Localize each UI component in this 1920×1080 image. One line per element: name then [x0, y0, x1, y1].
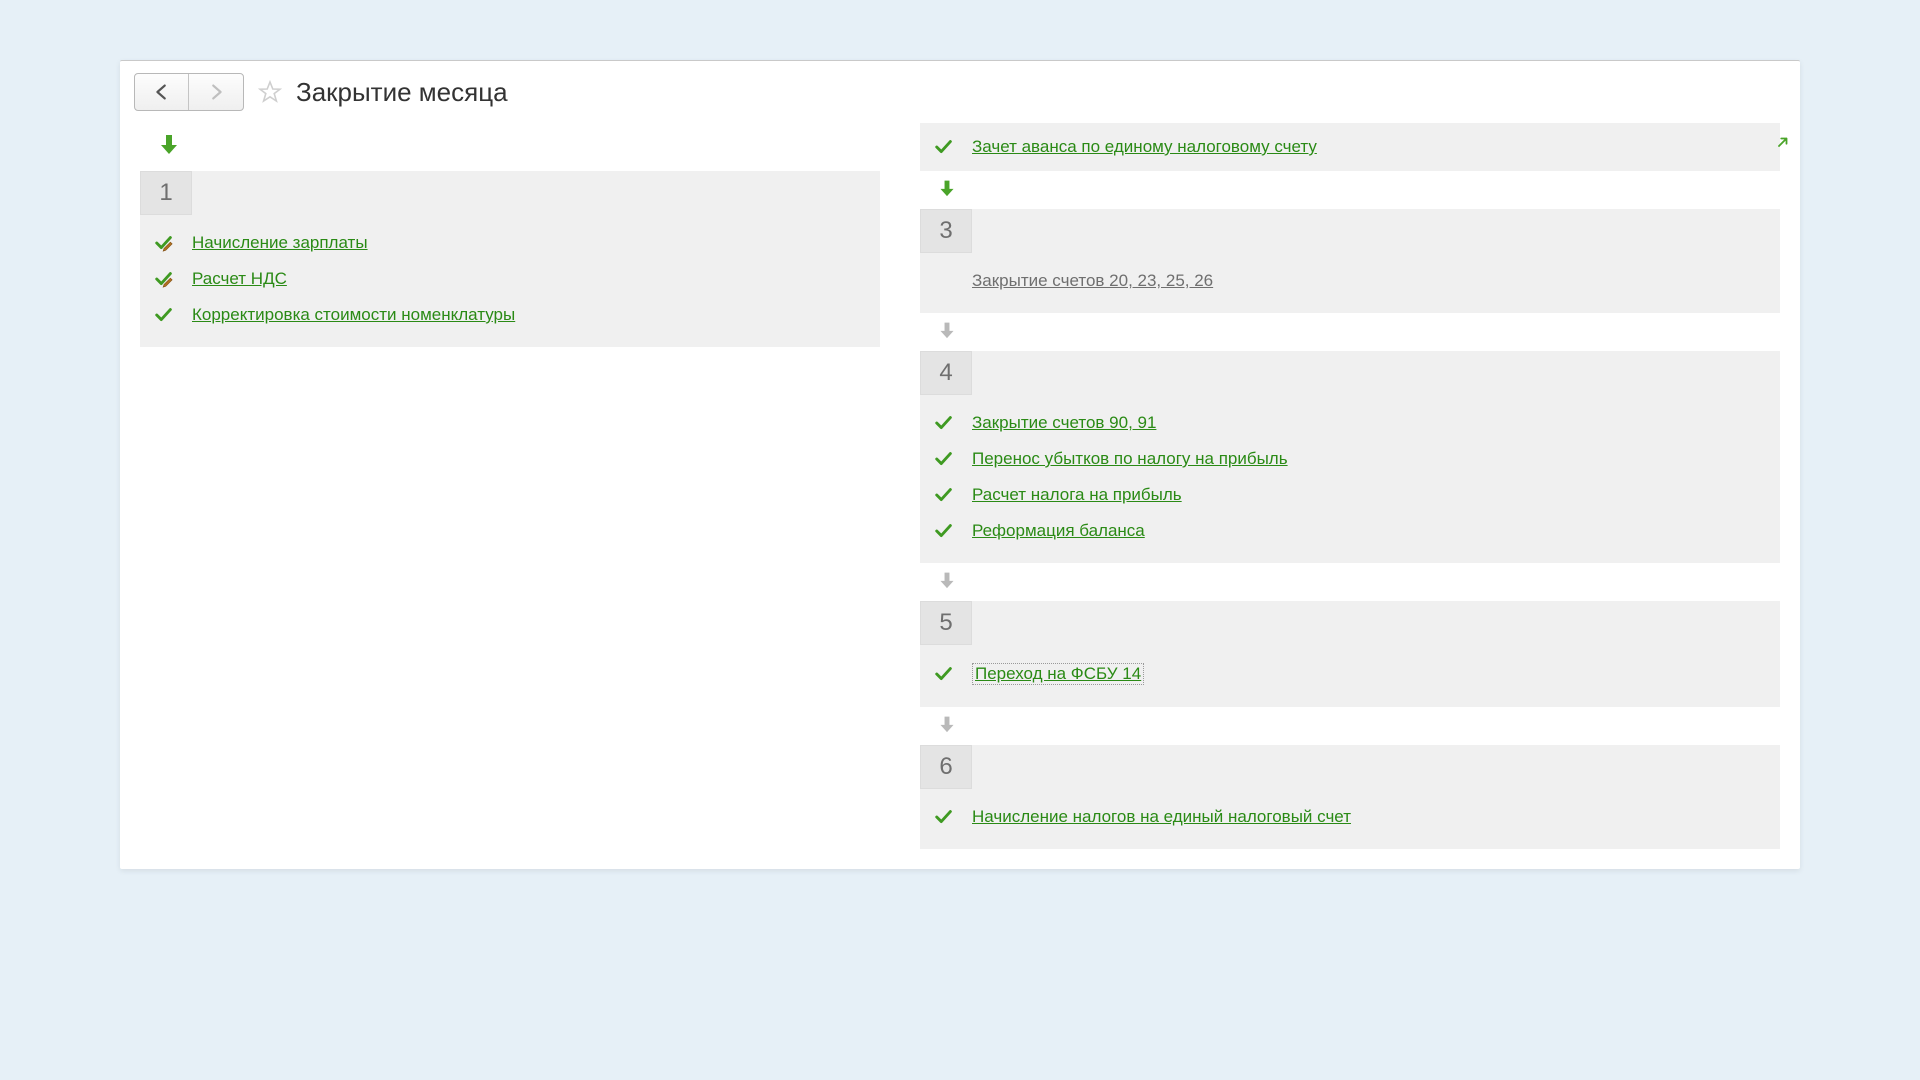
operation-link-loss-carry[interactable]: Перенос убытков по налогу на прибыль	[972, 449, 1288, 469]
stage-block-1: 1 Начисление зарплаты Расчет НДС Корр	[140, 171, 880, 347]
stage-number: 5	[920, 601, 972, 645]
operation-row: Закрытие счетов 20, 23, 25, 26	[920, 263, 1780, 299]
operation-row: Расчет НДС	[140, 261, 880, 297]
favorite-star-icon[interactable]	[258, 80, 282, 104]
operation-row: Начисление налогов на единый налоговый с…	[920, 799, 1780, 835]
operation-link-close-20-26[interactable]: Закрытие счетов 20, 23, 25, 26	[972, 271, 1213, 291]
nav-forward-button[interactable]	[189, 74, 243, 110]
operation-row: Корректировка стоимости номенклатуры	[140, 297, 880, 333]
flow-arrow-down-icon	[158, 133, 180, 155]
stage-number: 6	[920, 745, 972, 789]
operation-link-advance-offset[interactable]: Зачет аванса по единому налоговому счету	[972, 137, 1317, 157]
check-pencil-icon	[154, 269, 174, 289]
flow-arrow-down-icon	[920, 313, 1780, 351]
check-icon	[934, 521, 954, 541]
right-column: Зачет аванса по единому налоговому счету…	[900, 123, 1800, 869]
stage-number: 1	[140, 171, 192, 215]
no-icon	[934, 271, 954, 291]
check-icon	[154, 305, 174, 325]
operation-link-payroll[interactable]: Начисление зарплаты	[192, 233, 368, 253]
content-area: 1 Начисление зарплаты Расчет НДС Корр	[120, 123, 1800, 869]
check-pencil-icon	[154, 233, 174, 253]
nav-back-button[interactable]	[135, 74, 189, 110]
operation-row: Зачет аванса по единому налоговому счету	[920, 129, 1780, 165]
left-column: 1 Начисление зарплаты Расчет НДС Корр	[120, 123, 900, 869]
check-icon	[934, 664, 954, 684]
operation-row: Расчет налога на прибыль	[920, 477, 1780, 513]
check-icon	[934, 137, 954, 157]
page-title: Закрытие месяца	[296, 77, 508, 108]
stage-number: 4	[920, 351, 972, 395]
stage-block-top: Зачет аванса по единому налоговому счету	[920, 123, 1780, 171]
month-closing-window: Закрытие месяца 1 Начисление зарплаты	[120, 60, 1800, 869]
operation-row: Закрытие счетов 90, 91	[920, 405, 1780, 441]
nav-buttons	[134, 73, 244, 111]
operation-row: Переход на ФСБУ 14	[920, 655, 1780, 693]
check-icon	[934, 413, 954, 433]
collapse-icon[interactable]	[1776, 131, 1794, 149]
stage-block-3: 3 Закрытие счетов 20, 23, 25, 26	[920, 209, 1780, 313]
operation-link-balance-reform[interactable]: Реформация баланса	[972, 521, 1145, 541]
stage-block-6: 6 Начисление налогов на единый налоговый…	[920, 745, 1780, 849]
check-icon	[934, 485, 954, 505]
flow-arrow-down-icon	[920, 563, 1780, 601]
operation-row: Реформация баланса	[920, 513, 1780, 549]
operation-link-close-90-91[interactable]: Закрытие счетов 90, 91	[972, 413, 1156, 433]
titlebar: Закрытие месяца	[120, 61, 1800, 123]
operation-link-vat[interactable]: Расчет НДС	[192, 269, 287, 289]
operation-row: Перенос убытков по налогу на прибыль	[920, 441, 1780, 477]
operation-link-cost-adjust[interactable]: Корректировка стоимости номенклатуры	[192, 305, 515, 325]
stage-block-4: 4 Закрытие счетов 90, 91 Перенос убытков…	[920, 351, 1780, 563]
operation-link-profit-tax[interactable]: Расчет налога на прибыль	[972, 485, 1182, 505]
flow-arrow-down-icon	[920, 707, 1780, 745]
flow-arrow-down-icon	[920, 171, 1780, 209]
operation-link-tax-accrual[interactable]: Начисление налогов на единый налоговый с…	[972, 807, 1351, 827]
operation-row: Начисление зарплаты	[140, 225, 880, 261]
check-icon	[934, 449, 954, 469]
stage-block-5: 5 Переход на ФСБУ 14	[920, 601, 1780, 707]
operation-link-fsbu14[interactable]: Переход на ФСБУ 14	[972, 663, 1144, 685]
stage-number: 3	[920, 209, 972, 253]
check-icon	[934, 807, 954, 827]
